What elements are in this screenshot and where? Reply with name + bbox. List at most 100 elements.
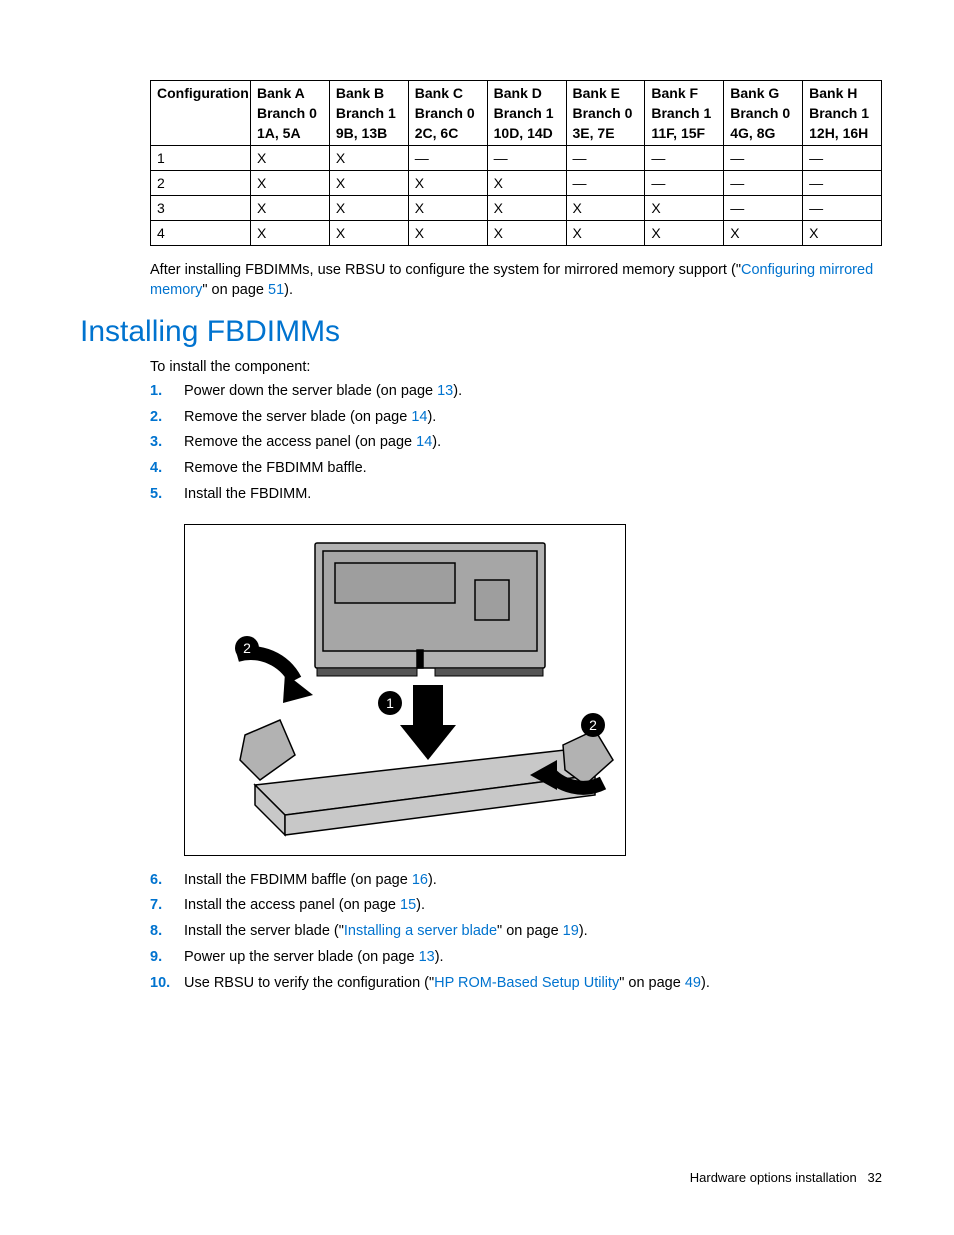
steps-list-top: 1.Power down the server blade (on page 1… [150,381,882,506]
th: Bank H [809,85,857,101]
table-header: Configuration Bank A Branch 0 1A, 5A Ban… [151,81,882,146]
table-row: 3 X X X X X X — — [151,196,882,221]
cell: 2 [151,171,251,196]
step-text: ). [416,897,425,913]
cell: X [251,221,330,246]
step-num: 3. [150,432,184,454]
cell: — [724,171,803,196]
table-row: 4 X X X X X X X X [151,221,882,246]
page-ref[interactable]: 16 [412,872,428,888]
page-ref[interactable]: 51 [268,282,284,298]
cell: — [645,171,724,196]
cell: — [487,146,566,171]
step-text: Install the FBDIMM baffle (on page [184,872,412,888]
cell: X [251,196,330,221]
cell: X [329,196,408,221]
th-sub: Branch 1 [494,105,560,121]
post-table-paragraph: After installing FBDIMMs, use RBSU to co… [150,260,882,301]
cell: X [251,146,330,171]
cell: X [251,171,330,196]
th-sub: 12H, 16H [809,125,875,141]
th-sub: Branch 0 [257,105,323,121]
th: Bank B [336,85,384,101]
step-num: 4. [150,458,184,480]
cell: X [724,221,803,246]
cell: X [329,146,408,171]
step-num: 6. [150,870,184,892]
step-text: Install the server blade (" [184,923,344,939]
link-hp-rbsu[interactable]: HP ROM-Based Setup Utility [434,975,619,991]
th-sub: Branch 0 [573,105,639,121]
th-sub: 4G, 8G [730,125,796,141]
cell: 3 [151,196,251,221]
page-ref[interactable]: 13 [437,383,453,399]
callout-2a: 2 [243,640,251,656]
cell: 1 [151,146,251,171]
page-ref[interactable]: 49 [685,975,701,991]
cell: — [803,196,882,221]
step-num: 5. [150,484,184,506]
th-sub: Branch 0 [415,105,481,121]
list-item: 1.Power down the server blade (on page 1… [150,381,882,403]
step-num: 1. [150,381,184,403]
th-sub: 1A, 5A [257,125,323,141]
th: Bank E [573,85,620,101]
step-num: 7. [150,895,184,917]
cell: X [329,171,408,196]
list-item: 5.Install the FBDIMM. [150,484,882,506]
callout-2b: 2 [589,717,597,733]
content-column: Configuration Bank A Branch 0 1A, 5A Ban… [150,80,882,301]
cell: X [329,221,408,246]
steps-list-bottom: 6.Install the FBDIMM baffle (on page 16)… [150,870,882,995]
th-sub: 2C, 6C [415,125,481,141]
th: Bank G [730,85,779,101]
cell: X [487,171,566,196]
th: Bank F [651,85,698,101]
th-sub: 11F, 15F [651,125,717,141]
th-sub: Branch 1 [336,105,402,121]
list-item: 9.Power up the server blade (on page 13)… [150,947,882,969]
th-sub: 10D, 14D [494,125,560,141]
th: Bank A [257,85,305,101]
list-item: 6.Install the FBDIMM baffle (on page 16)… [150,870,882,892]
page-ref[interactable]: 13 [419,949,435,965]
cell: X [487,221,566,246]
step-num: 2. [150,407,184,429]
configuration-table: Configuration Bank A Branch 0 1A, 5A Ban… [150,80,882,246]
cell: X [566,221,645,246]
page-ref[interactable]: 14 [411,409,427,425]
text: After installing FBDIMMs, use RBSU to co… [150,262,741,278]
instructions: To install the component: 1.Power down t… [150,357,882,995]
step-text: Remove the FBDIMM baffle. [184,458,367,480]
footer-section: Hardware options installation [690,1170,857,1185]
step-text: Power down the server blade (on page [184,383,437,399]
text: " on page [202,282,268,298]
callout-1: 1 [386,695,394,711]
step-text: Install the FBDIMM. [184,484,311,506]
th-sub: Branch 1 [809,105,875,121]
list-item: 2.Remove the server blade (on page 14). [150,407,882,429]
th-sub: 9B, 13B [336,125,402,141]
diagram-wrap: 1 2 [184,524,882,856]
cell: — [803,146,882,171]
step-text: ). [428,872,437,888]
cell: X [645,221,724,246]
step-text: Use RBSU to verify the configuration (" [184,975,434,991]
step-text: Remove the access panel (on page [184,434,416,450]
th-sub: Branch 0 [730,105,796,121]
step-num: 9. [150,947,184,969]
page-ref[interactable]: 15 [400,897,416,913]
page-ref[interactable]: 19 [563,923,579,939]
step-text: ). [427,409,436,425]
step-text: Install the access panel (on page [184,897,400,913]
list-item: 7.Install the access panel (on page 15). [150,895,882,917]
th-sub: 3E, 7E [573,125,639,141]
link-installing-server-blade[interactable]: Installing a server blade [344,923,497,939]
step-text: ). [435,949,444,965]
page-ref[interactable]: 14 [416,434,432,450]
cell: X [408,171,487,196]
th: Bank C [415,85,463,101]
list-item: 10.Use RBSU to verify the configuration … [150,973,882,995]
th-sub: Branch 1 [651,105,717,121]
intro-text: To install the component: [150,357,882,377]
